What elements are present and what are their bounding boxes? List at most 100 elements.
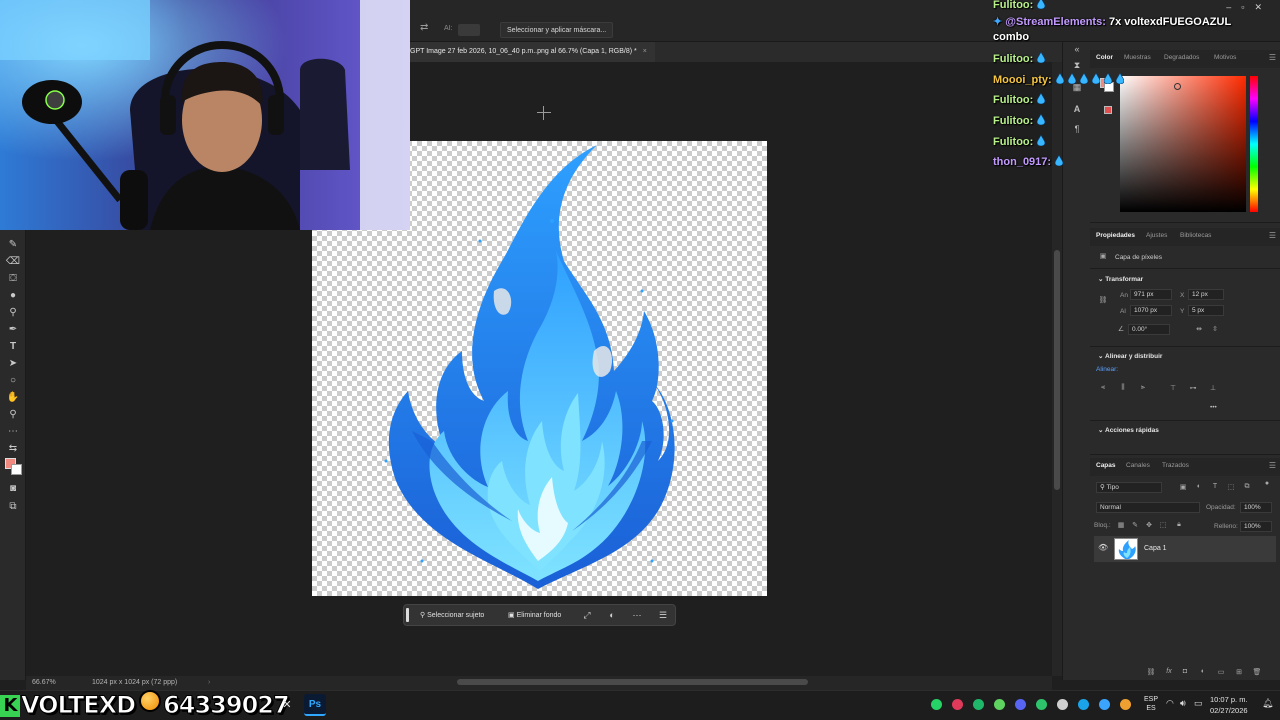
panel-menu-icon[interactable]: ☰	[1269, 53, 1276, 62]
tab-paths[interactable]: Trazados	[1162, 462, 1189, 469]
select-subject-button[interactable]: ⚲ Seleccionar sujeto	[416, 608, 488, 623]
lock-transparency-icon[interactable]: ▦	[1116, 521, 1126, 531]
path-selection-tool-icon[interactable]: ➤	[5, 357, 21, 371]
new-layer-icon[interactable]: ⊞	[1234, 668, 1244, 678]
out-of-gamut-warning-icon[interactable]	[1104, 106, 1112, 114]
link-icon[interactable]: ⛓	[1098, 296, 1108, 306]
whatsapp-icon[interactable]	[931, 699, 942, 710]
angle-field[interactable]: 0.00°	[1128, 324, 1170, 335]
layer-filter-select[interactable]: ⚲ Tipo	[1096, 482, 1162, 493]
chrome-icon[interactable]	[1099, 699, 1110, 710]
clock-time[interactable]: 10:07 p. m.	[1210, 695, 1248, 704]
dodge-tool-icon[interactable]: ⚲	[5, 306, 21, 320]
swap-colors-icon[interactable]: ⇆	[5, 442, 21, 456]
filter-pixel-icon[interactable]: ▣	[1178, 483, 1188, 493]
quick-mask-icon[interactable]: ◙	[5, 482, 21, 496]
history-icon[interactable]: ⧗	[1069, 60, 1085, 74]
discord-icon[interactable]	[1015, 699, 1026, 710]
arrow-swap-icon[interactable]: ⇄	[420, 22, 428, 33]
tab-layers[interactable]: Capas	[1096, 462, 1116, 469]
adjustment-layer-icon[interactable]: ◐	[1198, 668, 1208, 678]
settings-sliders-icon[interactable]: ☰	[656, 608, 670, 623]
cloud-sync-icon[interactable]	[1078, 699, 1089, 710]
tab-color[interactable]: Color	[1096, 54, 1113, 61]
tab-channels[interactable]: Canales	[1126, 462, 1150, 469]
align-top-icon[interactable]: ⊤	[1168, 384, 1178, 394]
filter-adjust-icon[interactable]: ◐	[1194, 483, 1204, 493]
transform-icon[interactable]: ⤢	[580, 608, 594, 623]
tab-swatches[interactable]: Muestras	[1124, 54, 1151, 61]
horizontal-scrollbar[interactable]	[457, 679, 808, 685]
align-bottom-icon[interactable]: ⊥	[1208, 384, 1218, 394]
filter-toggle-icon[interactable]: ●	[1262, 480, 1272, 490]
color-picker-ring[interactable]	[1174, 83, 1181, 90]
wifi-icon[interactable]: ◠	[1166, 698, 1174, 709]
filter-shape-icon[interactable]: ⬚	[1226, 483, 1236, 493]
nvidia-icon[interactable]	[994, 699, 1005, 710]
width-field[interactable]: 971 px	[1130, 289, 1172, 300]
zoom-tool-icon[interactable]: ⚲	[5, 408, 21, 422]
settings-gear-icon[interactable]	[1057, 699, 1068, 710]
align-center-h-icon[interactable]: ⫼	[1118, 384, 1128, 394]
chevron-right-icon[interactable]: ›	[208, 676, 210, 690]
new-group-icon[interactable]: ▭	[1216, 668, 1226, 678]
collapse-panels-icon[interactable]: «	[1069, 44, 1085, 58]
lock-pixels-icon[interactable]: ✎	[1130, 521, 1140, 531]
type-tool-icon[interactable]: T	[5, 340, 21, 354]
language-indicator[interactable]: ESP ES	[1144, 695, 1158, 713]
drag-handle[interactable]	[406, 608, 409, 622]
visibility-eye-icon[interactable]: 👁︎	[1098, 543, 1108, 552]
vertical-scrollbar[interactable]	[1054, 250, 1060, 490]
lock-all-icon[interactable]: 🔒︎	[1174, 521, 1184, 531]
align-left-icon[interactable]: ⫷	[1098, 384, 1108, 394]
brush-tool-icon[interactable]: ✎	[5, 238, 21, 252]
link-layers-icon[interactable]: ⛓	[1146, 668, 1156, 678]
select-and-mask-button[interactable]: Seleccionar y aplicar máscara...	[500, 22, 614, 38]
close-tab-icon[interactable]: ×	[643, 48, 647, 55]
character-icon[interactable]: A	[1069, 104, 1085, 118]
ellipse-tool-icon[interactable]: ○	[5, 374, 21, 388]
screen-mode-icon[interactable]: ⧉	[5, 500, 21, 514]
notifications-icon[interactable]: 🔔︎	[1262, 698, 1273, 709]
pen-tool-icon[interactable]: ✒	[5, 323, 21, 337]
filter-smart-object-icon[interactable]: ⧉	[1242, 483, 1252, 493]
hand-tool-icon[interactable]: ✋	[5, 391, 21, 405]
adjustment-icon[interactable]: ◐	[605, 608, 619, 623]
delete-layer-icon[interactable]: 🗑︎	[1252, 668, 1262, 678]
align-middle-v-icon[interactable]: ⊶	[1188, 384, 1198, 394]
y-field[interactable]: 5 px	[1188, 305, 1224, 316]
opacity-field[interactable]: 100%	[1240, 502, 1272, 513]
tab-libraries[interactable]: Bibliotecas	[1180, 232, 1211, 239]
align-heading[interactable]: ⌄ Alinear y distribuir	[1098, 352, 1162, 360]
blur-tool-icon[interactable]: ●	[5, 289, 21, 303]
hue-slider[interactable]	[1250, 76, 1258, 212]
blend-mode-select[interactable]: Normal	[1096, 502, 1200, 513]
tab-gradients[interactable]: Degradados	[1164, 54, 1199, 61]
layer-row-capa-1[interactable]: 👁︎ Capa 1	[1094, 536, 1276, 562]
al-field[interactable]	[458, 24, 480, 36]
more-tools-icon[interactable]: ⋯	[5, 425, 21, 439]
battery-icon[interactable]: ▭	[1194, 698, 1203, 709]
height-field[interactable]: 1070 px	[1130, 305, 1172, 316]
layer-style-icon[interactable]: fx	[1164, 668, 1174, 678]
tab-adjustments[interactable]: Ajustes	[1146, 232, 1167, 239]
lock-artboard-icon[interactable]: ⬚	[1158, 521, 1168, 531]
filter-type-icon[interactable]: T	[1210, 483, 1220, 493]
remove-background-button[interactable]: ▣ Eliminar fondo	[504, 608, 565, 623]
game-app-icon[interactable]	[1036, 699, 1047, 710]
more-options-icon[interactable]: ⋯	[630, 608, 644, 623]
document-info[interactable]: 1024 px x 1024 px (72 ppp)	[92, 676, 177, 690]
photoshop-app-icon[interactable]: Ps	[304, 694, 326, 716]
volume-icon[interactable]: 🔊︎	[1180, 698, 1186, 709]
refresh-icon[interactable]	[1120, 699, 1131, 710]
paragraph-icon[interactable]: ¶	[1069, 124, 1085, 138]
document-tab[interactable]: GPT Image 27 feb 2026, 10_06_40 p.m..png…	[410, 42, 655, 62]
tab-patterns[interactable]: Motivos	[1214, 54, 1236, 61]
capcut-app-icon[interactable]: ✕	[276, 694, 298, 716]
window-controls[interactable]: –▫✕	[1226, 2, 1272, 13]
align-right-icon[interactable]: ⫸	[1138, 384, 1148, 394]
fill-field[interactable]: 100%	[1240, 521, 1272, 532]
lock-position-icon[interactable]: ✥	[1144, 521, 1154, 531]
tab-properties[interactable]: Propiedades	[1096, 232, 1135, 239]
quick-actions-heading[interactable]: ⌄ Acciones rápidas	[1098, 426, 1159, 434]
